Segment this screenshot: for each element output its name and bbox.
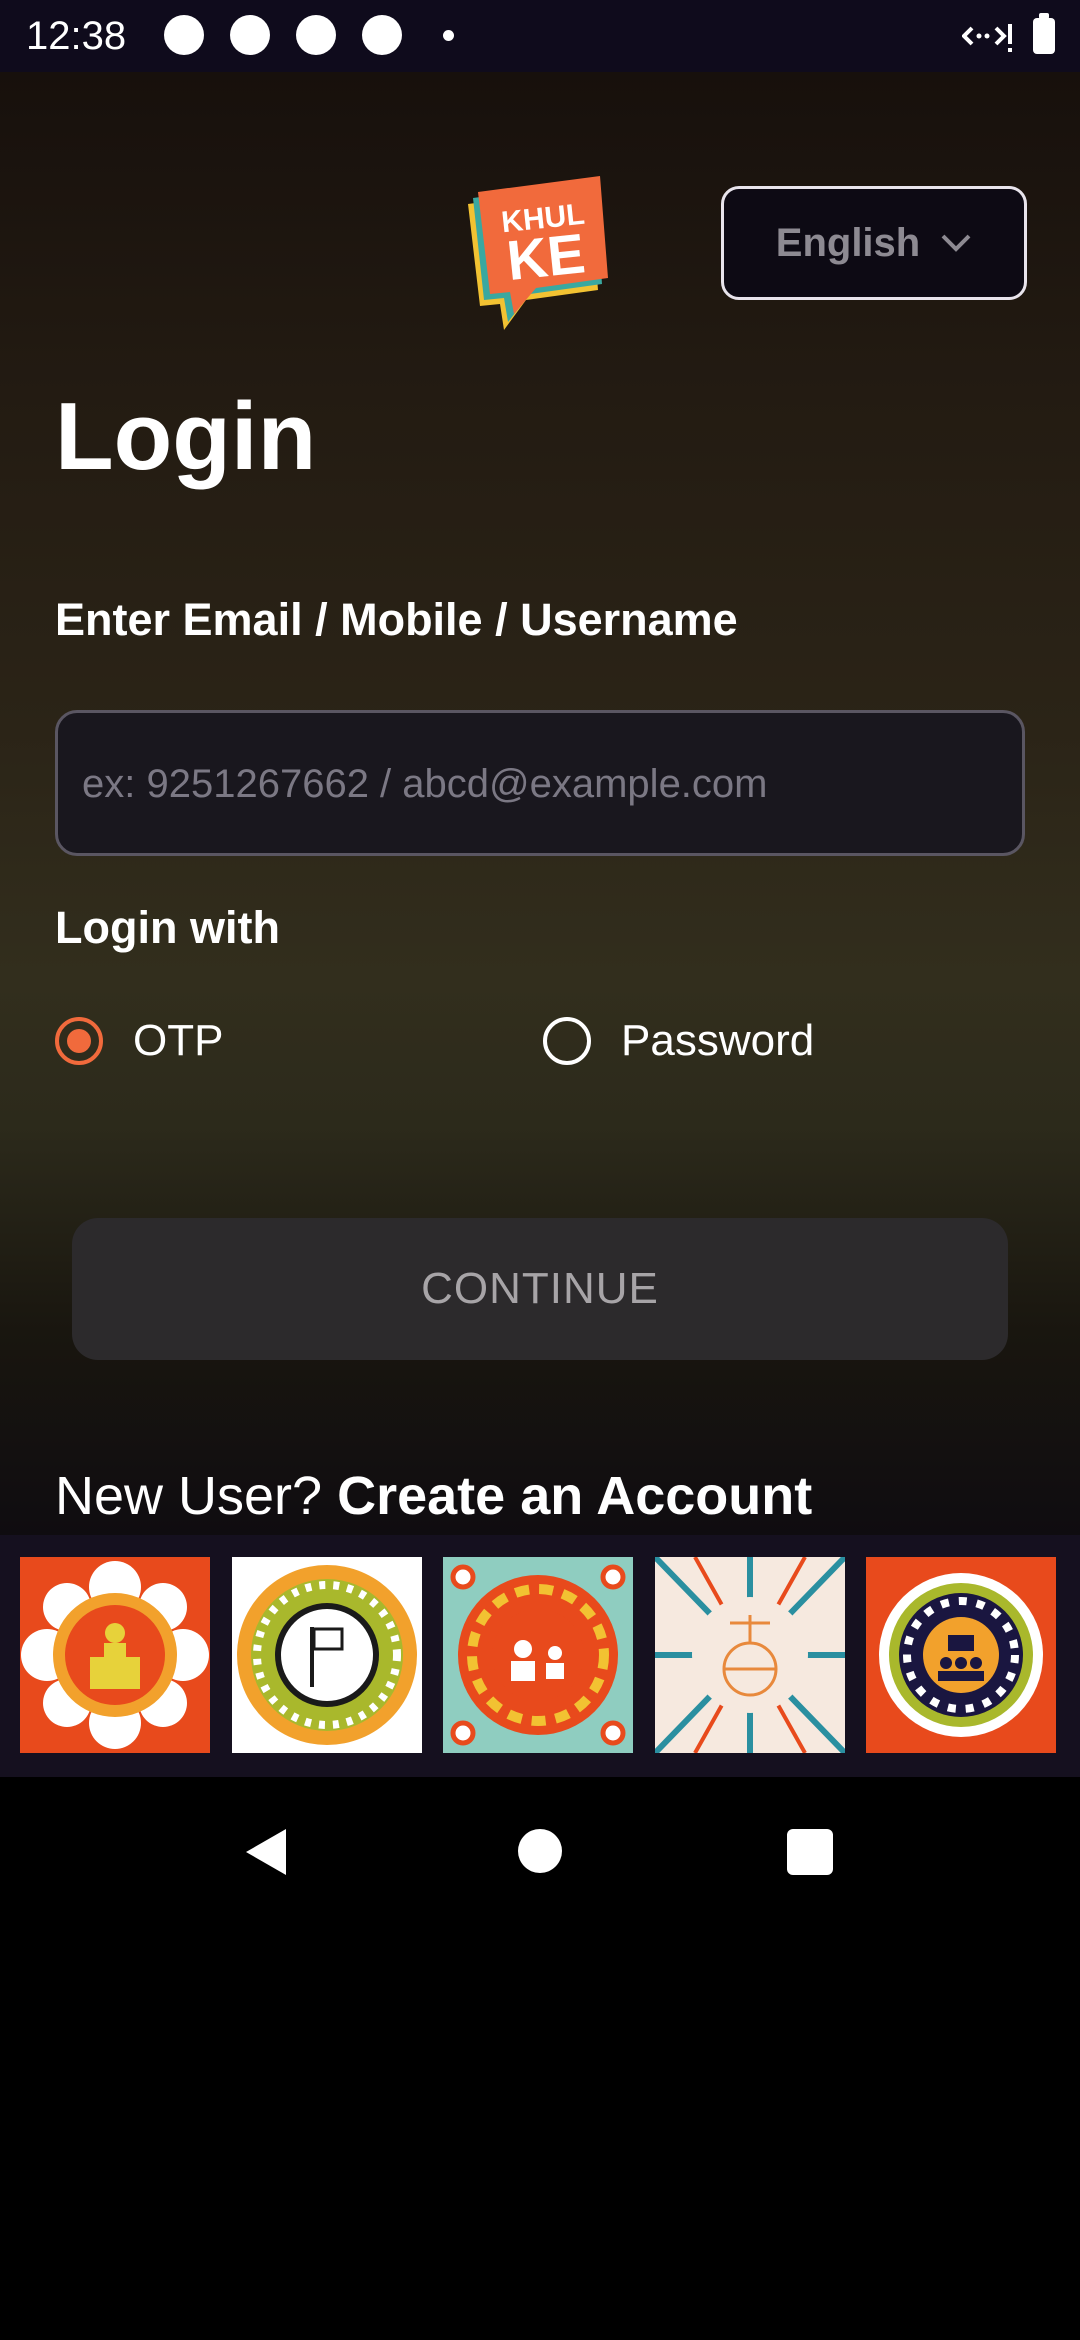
password-option[interactable]: Password (543, 1016, 814, 1066)
password-label: Password (621, 1016, 815, 1065)
notification-icon (164, 15, 204, 55)
decorative-tiles (0, 1535, 1080, 1777)
status-time: 12:38 (26, 14, 127, 58)
identifier-label: Enter Email / Mobile / Username (55, 594, 738, 645)
battery-icon (1033, 13, 1055, 54)
system-nav-bar (0, 1777, 1080, 1917)
group-meeting-icon (866, 1557, 1056, 1753)
otp-option[interactable]: OTP (55, 1016, 223, 1066)
debate-people-icon (443, 1557, 633, 1753)
data-signal-icon (962, 24, 1012, 52)
leader-podium-icon (20, 1557, 210, 1753)
page-title: Login (55, 383, 317, 490)
status-bar: 12:38 (0, 0, 1080, 72)
home-icon[interactable] (518, 1829, 562, 1873)
logo-text-bottom: KE (504, 221, 588, 292)
justice-globe-icon (655, 1557, 845, 1753)
back-icon[interactable] (242, 1827, 290, 1877)
language-label: English (775, 220, 921, 265)
otp-radio[interactable] (55, 1017, 103, 1065)
notification-icon (230, 15, 270, 55)
otp-label: OTP (133, 1016, 224, 1065)
khulke-logo: KHUL KE (468, 176, 608, 330)
language-selector[interactable]: English (721, 186, 1027, 300)
identifier-field-container (55, 710, 1025, 856)
login-with-label: Login with (55, 902, 280, 953)
notification-icon (296, 15, 336, 55)
create-account-link[interactable]: Create an Account (337, 1466, 812, 1526)
continue-button[interactable]: CONTINUE (72, 1218, 1008, 1360)
identifier-input[interactable] (80, 713, 1004, 855)
recent-apps-icon[interactable] (787, 1829, 833, 1875)
login-screen: KHUL KE English Login Enter Email / Mobi… (0, 72, 1080, 1535)
notification-icon (362, 15, 402, 55)
password-radio[interactable] (543, 1017, 591, 1065)
new-user-text: New User? (55, 1466, 323, 1526)
more-notifications-icon (443, 30, 454, 41)
chevron-down-icon (941, 234, 971, 252)
flag-icon (232, 1557, 422, 1753)
new-user-prompt: New User? Create an Account (55, 1462, 812, 1530)
